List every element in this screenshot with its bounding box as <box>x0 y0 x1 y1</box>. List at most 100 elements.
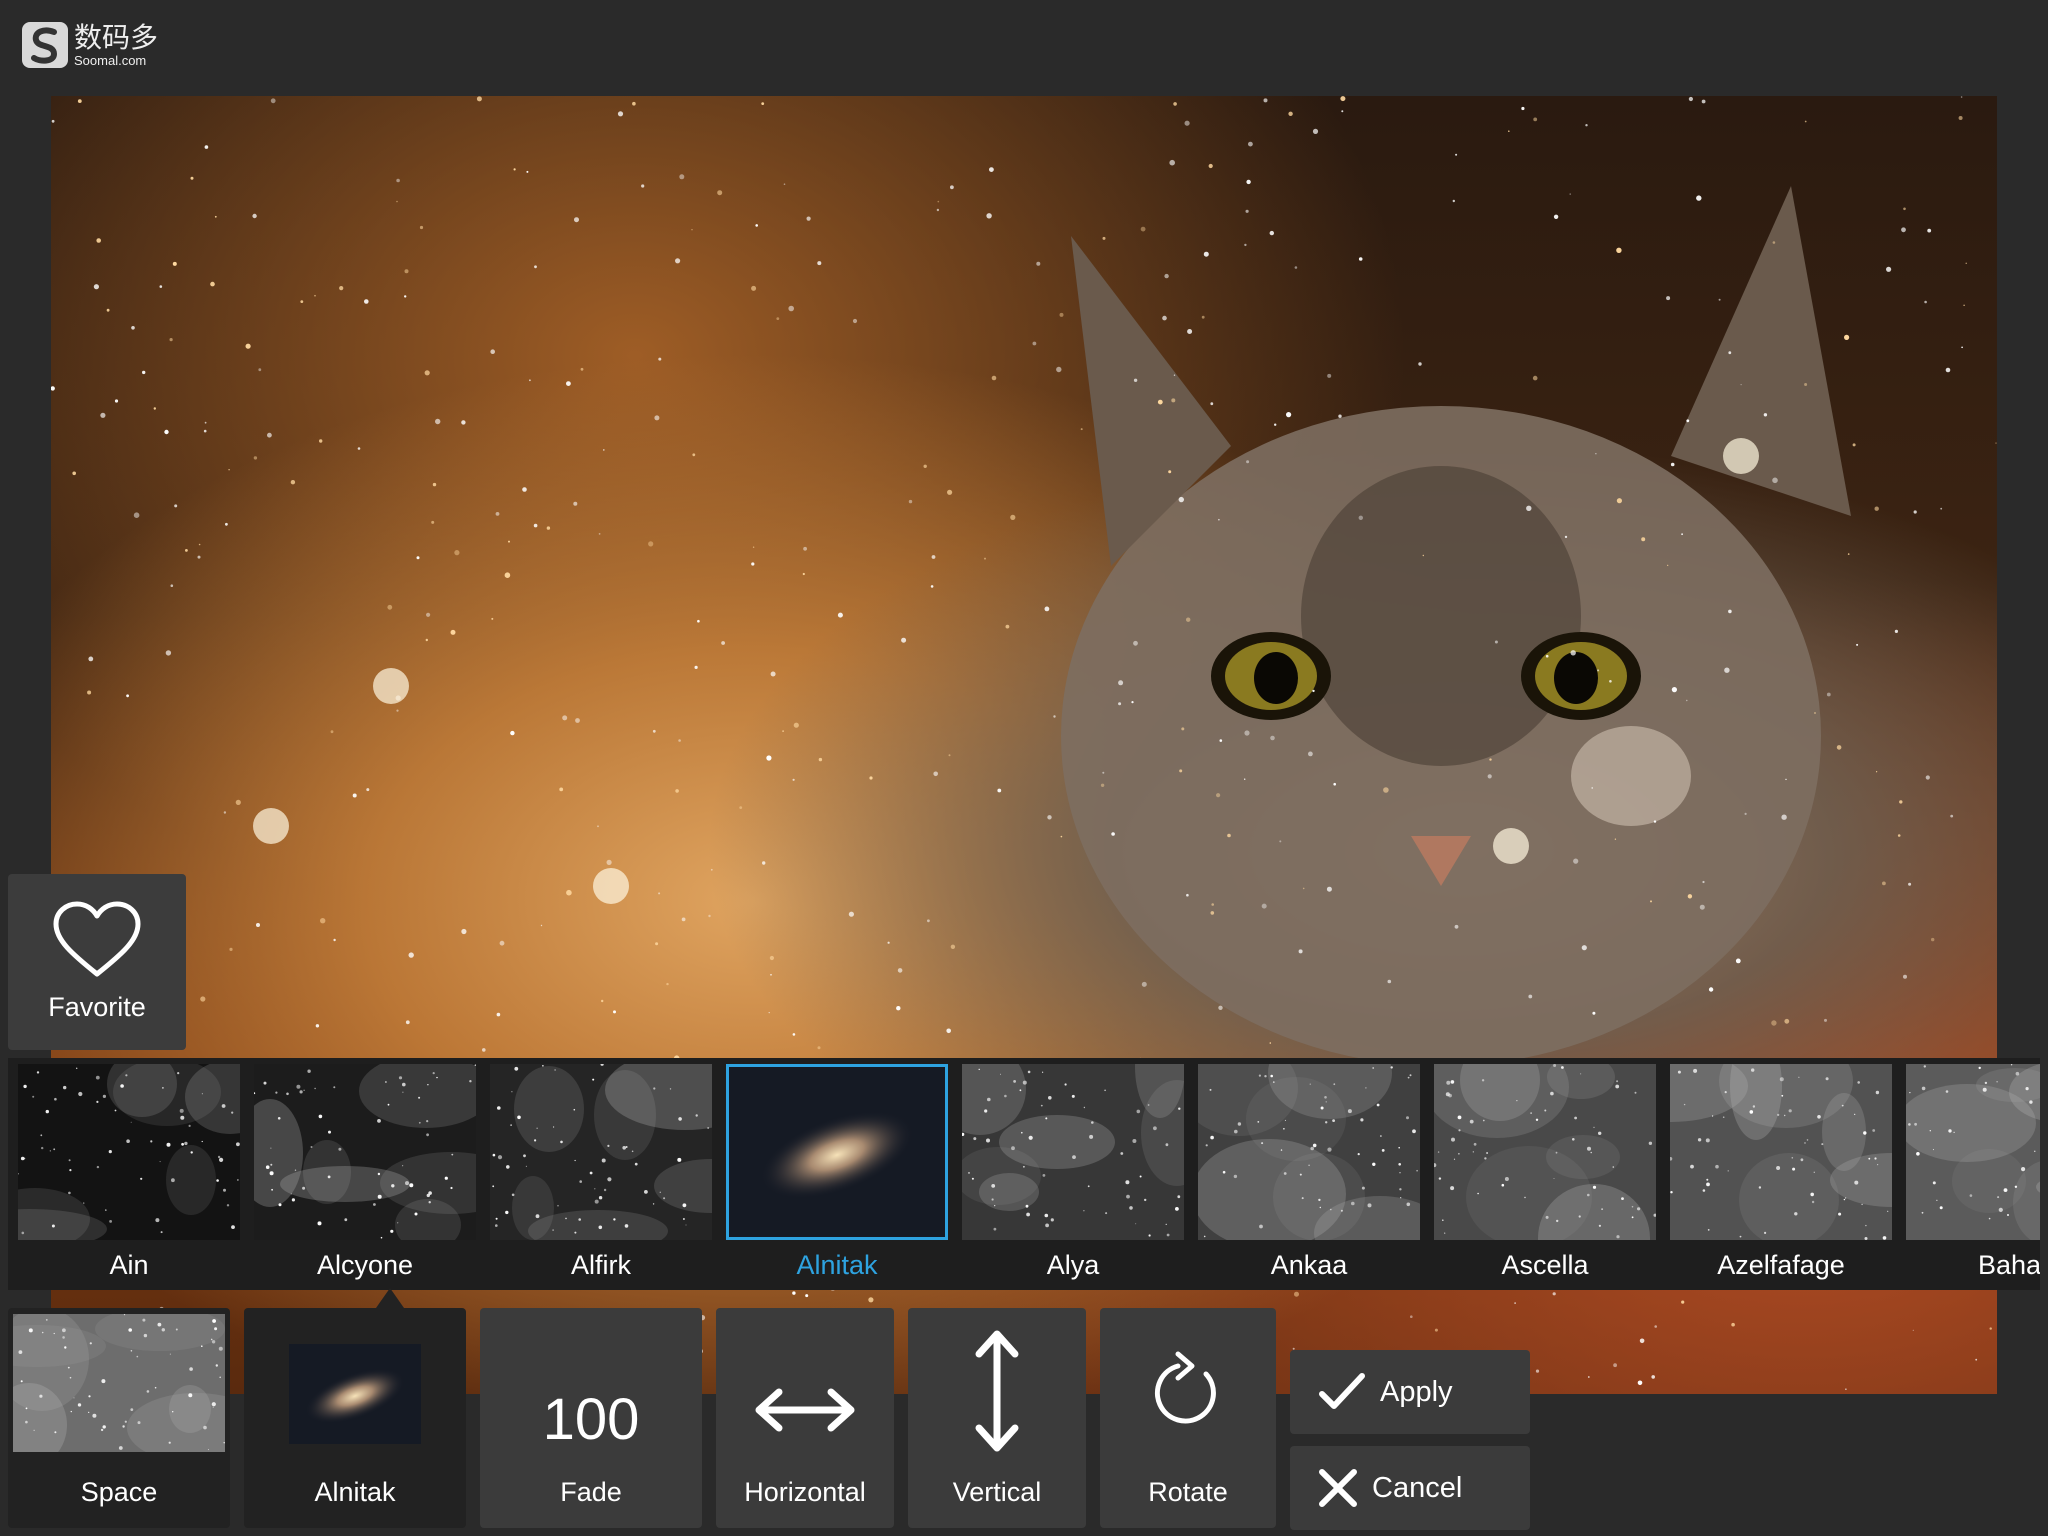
filter-thumb-alnitak[interactable]: Alnitak <box>726 1064 948 1281</box>
star <box>461 928 467 935</box>
star <box>404 269 409 274</box>
star <box>666 982 669 986</box>
thumb-star <box>218 1346 223 1351</box>
star <box>710 868 713 871</box>
thumb-star <box>418 1121 421 1124</box>
thumb-star <box>188 1393 193 1398</box>
thumb-star <box>1908 1123 1911 1126</box>
star <box>1671 687 1677 693</box>
thumb-star <box>1550 1091 1554 1096</box>
thumb-star <box>333 1086 336 1089</box>
filter-thumb-ankaa[interactable]: Ankaa <box>1198 1064 1420 1281</box>
flip-vertical-button[interactable]: Vertical <box>908 1308 1086 1528</box>
filter-thumb-alya[interactable]: Alya <box>962 1064 1184 1281</box>
thumb-star <box>1264 1075 1267 1078</box>
thumb-star <box>1280 1149 1283 1151</box>
thumb-star <box>1854 1180 1859 1185</box>
thumb-star <box>1707 1229 1710 1231</box>
star <box>461 420 466 425</box>
thumb-star <box>594 1199 599 1204</box>
star <box>575 718 580 723</box>
thumb-star <box>1909 1092 1911 1094</box>
thumb-star <box>25 1407 28 1410</box>
thumb-star <box>1821 1143 1824 1146</box>
star <box>1053 715 1056 718</box>
star <box>405 1020 410 1025</box>
thumb-star <box>1023 1165 1025 1168</box>
filter-thumb-ain[interactable]: Ain <box>18 1064 240 1281</box>
star <box>1965 262 1967 264</box>
thumb-star <box>89 1342 92 1345</box>
thumb-star <box>1148 1234 1151 1237</box>
thumb-star <box>1997 1196 2000 1199</box>
star-flare <box>373 668 409 704</box>
thumb-star <box>219 1157 224 1162</box>
thumb-star <box>1616 1080 1619 1083</box>
filter-thumb-baha[interactable]: Baha <box>1906 1064 2040 1281</box>
current-effect-button[interactable]: Alnitak <box>244 1308 466 1528</box>
thumb-star <box>986 1138 990 1143</box>
star <box>1654 1325 1657 1328</box>
thumb-star <box>418 1096 421 1099</box>
star <box>1141 981 1147 987</box>
thumb-star <box>1530 1112 1532 1114</box>
thumb-star <box>1237 1122 1242 1126</box>
star <box>1772 477 1778 484</box>
thumb-star <box>1019 1089 1022 1092</box>
star <box>793 722 799 728</box>
thumb-star <box>1574 1116 1577 1120</box>
star <box>1681 533 1683 536</box>
star <box>1169 159 1175 166</box>
filter-thumb-alcyone[interactable]: Alcyone <box>254 1064 476 1281</box>
thumb-star <box>1376 1103 1380 1107</box>
cancel-button[interactable]: Cancel <box>1290 1446 1530 1530</box>
thumb-star <box>45 1319 48 1321</box>
star <box>1489 758 1492 761</box>
filter-thumb-alfirk[interactable]: Alfirk <box>490 1064 712 1281</box>
thumb-star <box>212 1319 217 1323</box>
thumb-star <box>1593 1126 1595 1129</box>
thumb-star <box>1209 1088 1212 1091</box>
star <box>1687 894 1693 899</box>
filter-thumb-ascella[interactable]: Ascella <box>1434 1064 1656 1281</box>
star <box>1133 378 1138 382</box>
category-space-button[interactable]: Space <box>8 1308 230 1528</box>
star <box>93 284 99 290</box>
filter-strip[interactable]: Ain Alcyone Alfirk Alnitak Alya Ankaa As… <box>8 1058 2040 1290</box>
thumb-star <box>51 1224 55 1228</box>
fade-control[interactable]: 100 Fade <box>480 1308 702 1528</box>
flip-horizontal-button[interactable]: Horizontal <box>716 1308 894 1528</box>
star <box>169 338 173 342</box>
rotate-button[interactable]: Rotate <box>1100 1308 1276 1528</box>
star <box>504 572 511 578</box>
apply-button[interactable]: Apply <box>1290 1350 1530 1434</box>
thumb-star <box>54 1431 57 1434</box>
star <box>1688 96 1693 102</box>
thumb-star <box>1572 1138 1575 1141</box>
filter-thumb-azelfafage[interactable]: Azelfafage <box>1670 1064 1892 1281</box>
star <box>366 788 370 792</box>
thumb-star <box>594 1188 596 1190</box>
thumb-star <box>1945 1090 1949 1093</box>
star-flare <box>253 808 289 844</box>
thumb-star <box>1788 1109 1792 1113</box>
star <box>153 407 156 410</box>
thumb-star <box>76 1067 78 1069</box>
thumb-star <box>68 1159 71 1162</box>
star <box>508 540 510 543</box>
thumb-star <box>1028 1135 1033 1140</box>
star <box>476 96 482 102</box>
star <box>1171 398 1176 403</box>
star <box>1340 96 1346 102</box>
star <box>404 295 407 298</box>
star <box>792 778 795 781</box>
star <box>1597 669 1600 672</box>
favorite-button[interactable]: Favorite <box>8 874 186 1050</box>
star <box>1728 351 1732 355</box>
thumb-star <box>1357 1153 1360 1156</box>
thumb-star <box>159 1161 161 1163</box>
filter-preview <box>254 1064 476 1240</box>
star <box>1728 609 1732 614</box>
thumb-star <box>1864 1237 1868 1240</box>
star <box>1047 815 1052 820</box>
